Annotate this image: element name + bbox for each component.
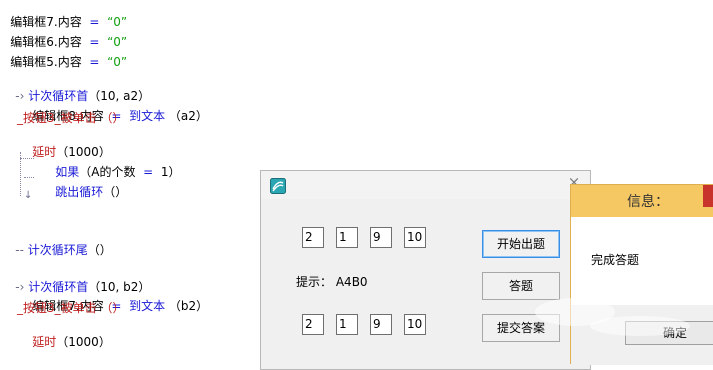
number-input[interactable]: 10: [404, 314, 426, 335]
number-input[interactable]: 9: [370, 314, 392, 335]
arrow-down-icon: ↓: [24, 190, 33, 201]
hint-text: 提示： A4B0: [296, 273, 368, 290]
dialog-titlebar: 信息： ×: [571, 185, 713, 217]
number-input[interactable]: 2: [302, 314, 324, 335]
number-input[interactable]: 1: [336, 227, 358, 248]
answer-button[interactable]: 答题: [482, 272, 560, 300]
code-line-loop2-3: 延时（1000）: [17, 318, 111, 366]
number-input[interactable]: 2: [302, 227, 324, 248]
hint-label: 提示：: [296, 275, 333, 289]
submit-answer-button[interactable]: 提交答案: [482, 314, 560, 342]
message-dialog: 信息： × 完成答题 确定: [570, 184, 713, 365]
code-break-line: 跳出循环（）: [40, 168, 127, 216]
code-string: “0”: [107, 55, 128, 69]
ok-button[interactable]: 确定: [625, 321, 713, 345]
app-window: × 2 1 9 10 提示： A4B0 2 1 9 10 开始出题 答题 提交答…: [260, 170, 591, 370]
code-line-loop2-2: _按钮3_被单击 （）: [17, 301, 125, 315]
number-input[interactable]: 10: [404, 227, 426, 248]
close-icon[interactable]: ×: [703, 185, 713, 207]
dialog-title: 信息：: [627, 194, 669, 210]
start-quiz-button[interactable]: 开始出题: [482, 230, 560, 258]
hint-value: A4B0: [335, 275, 368, 289]
code-function: 到文本: [129, 299, 166, 313]
code-args: （a2）: [168, 109, 208, 123]
app-icon: [270, 178, 286, 194]
code-args: （1000）: [56, 335, 111, 349]
app-titlebar: ×: [261, 171, 590, 199]
dialog-message: 完成答题: [591, 253, 640, 267]
code-command: 计次循环尾: [27, 243, 88, 257]
number-input[interactable]: 9: [370, 227, 392, 248]
code-operator: =: [143, 165, 154, 179]
code-command: 跳出循环: [55, 185, 104, 199]
code-function: 到文本: [129, 109, 166, 123]
number-input[interactable]: 1: [336, 314, 358, 335]
dash-icon: --: [15, 243, 24, 257]
tree-guide: [24, 177, 34, 178]
code-args: （b2）: [168, 299, 209, 313]
code-command: 延时: [32, 335, 57, 349]
code-args: （）: [87, 243, 112, 257]
code-operator: =: [89, 55, 100, 69]
dialog-button-area: 确定: [571, 305, 713, 365]
code-args: ）: [168, 165, 181, 179]
code-object: 编辑框5.内容: [10, 55, 82, 69]
tree-guide: [20, 158, 34, 159]
code-args: （）: [103, 185, 128, 199]
code-line-loop1-2: _按钮3_被单击 （）: [17, 111, 125, 125]
